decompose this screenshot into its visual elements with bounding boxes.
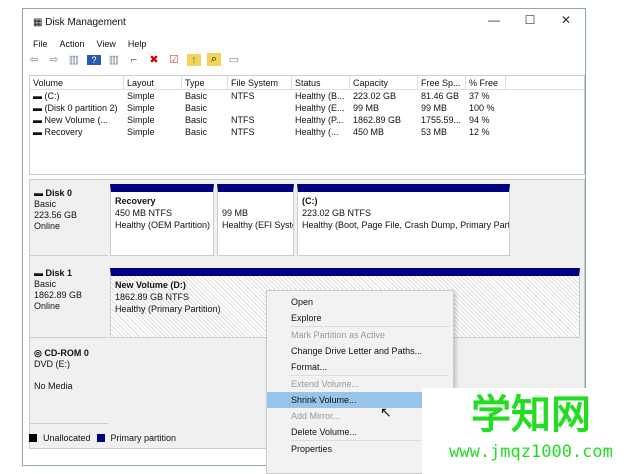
mouse-cursor-icon: ↖	[380, 404, 392, 420]
cell: Healthy (B...	[295, 91, 345, 101]
partition-recovery[interactable]: Recovery 450 MB NTFS Healthy (OEM Partitio…	[110, 184, 214, 256]
col-type[interactable]: Type	[182, 76, 228, 89]
cell: 53 MB	[421, 127, 448, 137]
cell: Simple	[127, 91, 155, 101]
cell: 1862.89 GB	[353, 115, 402, 125]
cdrom-0-label[interactable]: ◎ CD-ROM 0 DVD (E:) No Media	[30, 344, 108, 424]
volume-icon: ▬	[33, 115, 45, 125]
forward-icon[interactable]: ⇨	[47, 53, 61, 66]
cell: 1755.59...	[421, 115, 462, 125]
volume-row[interactable]: ▬ New Volume (... Simple Basic NTFS Healthy …	[30, 114, 584, 126]
disk-icon: ▬	[34, 188, 46, 198]
connect-icon[interactable]: ⌐	[127, 54, 141, 66]
cell: 99 MB	[421, 103, 448, 113]
volume-name: (Disk 0 partition 2)	[44, 103, 118, 113]
cd-icon: ◎	[34, 348, 45, 358]
cell: NTFS	[231, 115, 255, 125]
cell: Healthy (...	[295, 127, 339, 137]
volume-icon: ▬	[33, 91, 45, 101]
cell: Simple	[127, 115, 155, 125]
menu-bar: File Action View Help	[33, 39, 146, 49]
close-button[interactable]: ✕	[551, 13, 581, 33]
menu-open[interactable]: Open	[267, 294, 453, 310]
partition-efi[interactable]: 99 MB Healthy (EFI Syste	[217, 184, 294, 256]
menu-change-drive-letter[interactable]: Change Drive Letter and Paths...	[267, 343, 453, 359]
cell: Basic	[185, 127, 208, 137]
legend: Unallocated Primary partition	[29, 433, 176, 443]
cell: 37 %	[469, 91, 490, 101]
menu-action[interactable]: Action	[60, 39, 85, 49]
volume-name: New Volume (...	[44, 115, 109, 125]
cell: Healthy (P...	[295, 115, 344, 125]
cell: Simple	[127, 103, 155, 113]
maximize-button[interactable]: ☐	[515, 13, 545, 33]
col-layout[interactable]: Layout	[124, 76, 182, 89]
cell: 81.46 GB	[421, 91, 460, 101]
volume-name: Recovery	[44, 127, 83, 137]
properties-icon[interactable]: ▭	[227, 53, 241, 66]
watermark: 学知网 www.jmqz1000.com	[422, 388, 640, 474]
cell: Basic	[185, 115, 208, 125]
cell: Healthy (E...	[295, 103, 345, 113]
pane-icon[interactable]: ▥	[107, 53, 121, 66]
partition-c[interactable]: (C:) 223.02 GB NTFS Healthy (Boot, Page Fi…	[297, 184, 510, 256]
cell: 100 %	[469, 103, 495, 113]
check-icon[interactable]: ☑	[167, 53, 181, 66]
cell: ▬ New Volume (...	[30, 114, 124, 126]
cell: NTFS	[231, 127, 255, 137]
volume-row[interactable]: ▬ (C:) Simple Basic NTFS Healthy (B... 223.02…	[30, 90, 584, 102]
cell: ▬ (Disk 0 partition 2)	[30, 102, 124, 114]
folder-up-icon[interactable]: ↑	[187, 53, 201, 66]
disk-icon: ▬	[34, 268, 46, 278]
col-free-space[interactable]: Free Sp...	[418, 76, 466, 89]
cell: Basic	[185, 91, 208, 101]
cell: ▬ Recovery	[30, 126, 124, 138]
folder-search-icon[interactable]: ⌕	[207, 53, 221, 66]
volume-name: (C:)	[44, 91, 60, 101]
disk-0-label[interactable]: ▬ Disk 0 Basic 223.56 GB Online	[30, 184, 108, 256]
menu-explore[interactable]: Explore	[267, 310, 453, 326]
cell: Basic	[185, 103, 208, 113]
minimize-button[interactable]: —	[479, 13, 509, 33]
disk-1-label[interactable]: ▬ Disk 1 Basic 1862.89 GB Online	[30, 264, 108, 338]
menu-help[interactable]: Help	[128, 39, 147, 49]
window-title: ▦ Disk Management	[33, 17, 126, 28]
cell: ▬ (C:)	[30, 90, 124, 102]
volume-icon: ▬	[33, 127, 45, 137]
menu-format[interactable]: Format...	[267, 359, 453, 375]
app-icon: ▦	[33, 17, 46, 28]
cell: NTFS	[231, 91, 255, 101]
menu-mark-active: Mark Partition as Active	[291, 330, 386, 340]
menu-view[interactable]: View	[97, 39, 116, 49]
col-file-system[interactable]: File System	[228, 76, 292, 89]
unallocated-swatch	[29, 434, 37, 442]
volume-row[interactable]: ▬ Recovery Simple Basic NTFS Healthy (... 450…	[30, 126, 584, 138]
volume-list: Volume Layout Type File System Status Ca…	[29, 75, 585, 175]
toolbar: ⇦ ⇨ ▥ ? ▥ ⌐ ✖ ☑ ↑ ⌕ ▭	[27, 53, 241, 66]
volume-row[interactable]: ▬ (Disk 0 partition 2) Simple Basic Healthy…	[30, 102, 584, 114]
cell: 450 MB	[353, 127, 385, 137]
cell: 12 %	[469, 127, 490, 137]
col-percent-free[interactable]: % Free	[466, 76, 506, 89]
col-volume[interactable]: Volume	[30, 76, 124, 89]
console-icon[interactable]: ▥	[67, 53, 81, 66]
col-status[interactable]: Status	[292, 76, 350, 89]
cell: 223.02 GB	[353, 91, 397, 101]
primary-swatch	[96, 434, 105, 442]
delete-icon[interactable]: ✖	[147, 53, 161, 66]
cell: Simple	[127, 127, 155, 137]
help-icon[interactable]: ?	[87, 54, 101, 65]
cell: 94 %	[469, 115, 490, 125]
col-capacity[interactable]: Capacity	[350, 76, 418, 89]
volume-icon: ▬	[33, 103, 45, 113]
cell	[228, 102, 292, 114]
cell: 99 MB	[353, 103, 380, 113]
menu-file[interactable]: File	[33, 39, 48, 49]
volume-list-header: Volume Layout Type File System Status Ca…	[30, 76, 584, 90]
back-icon[interactable]: ⇦	[27, 53, 41, 66]
